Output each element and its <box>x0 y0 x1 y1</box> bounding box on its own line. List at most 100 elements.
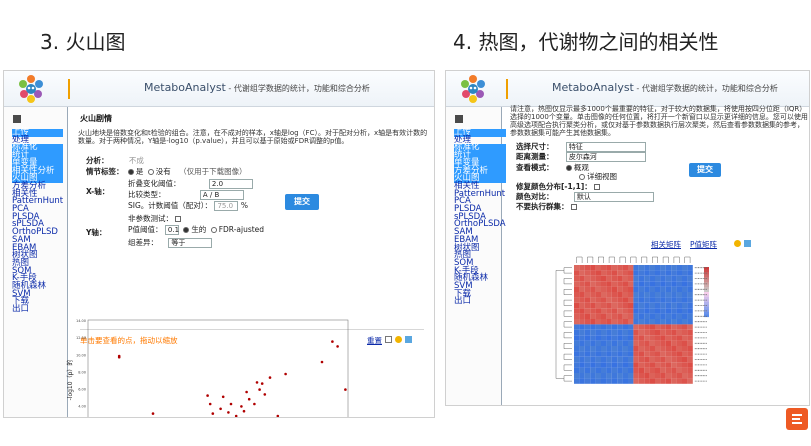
heatmap-cell <box>633 351 639 357</box>
heatmap-cell <box>665 373 672 379</box>
heatmap-cell <box>628 324 634 330</box>
nonparam-checkbox[interactable] <box>175 216 181 222</box>
submit-button-right[interactable]: 提交 <box>689 163 721 177</box>
heatmap-cell <box>601 351 607 357</box>
export-icon[interactable] <box>744 240 751 247</box>
detail-radio[interactable] <box>579 174 585 180</box>
heatmap-cell <box>595 362 601 368</box>
plot-point[interactable] <box>255 381 259 384</box>
heatmap-cell <box>655 270 661 276</box>
p-raw-radio[interactable] <box>183 227 190 233</box>
heatmap-cell <box>665 351 672 357</box>
metaboanalyst-logo-icon <box>461 75 485 103</box>
home-icon[interactable] <box>455 115 463 123</box>
heatmap-cell <box>644 265 650 271</box>
plot-point[interactable] <box>320 360 324 364</box>
heatmap-cell <box>660 346 666 352</box>
heatmap-cell <box>682 351 688 357</box>
plot-point[interactable] <box>206 394 209 397</box>
plot-point[interactable] <box>242 409 246 413</box>
group-variance-select[interactable]: 等于 <box>168 238 213 248</box>
sidebar-item[interactable]: 出口 <box>12 305 63 314</box>
sidebar-item[interactable]: 出口 <box>454 297 506 306</box>
heatmap-cell <box>595 292 601 298</box>
correlation-matrix-link[interactable]: 相关矩阵 <box>651 239 681 250</box>
plot-point[interactable] <box>268 376 272 379</box>
heatmap-cell <box>644 302 650 309</box>
heatmap-cell <box>665 378 672 384</box>
overview-radio[interactable] <box>565 165 572 171</box>
plot-point[interactable] <box>214 417 217 418</box>
label-yes-radio[interactable] <box>127 169 134 175</box>
heatmap-cell <box>622 302 628 309</box>
heatmap-cell <box>655 329 661 336</box>
heatmap-cell <box>671 270 677 276</box>
fix-color-checkbox[interactable] <box>593 184 600 190</box>
save-icon[interactable] <box>385 336 392 343</box>
heatmap-cell <box>611 302 618 309</box>
settings-icon[interactable] <box>734 240 741 247</box>
plot-point[interactable] <box>245 390 248 394</box>
p-threshold-input[interactable]: 0.1 <box>164 225 179 235</box>
heatmap-cell <box>601 297 607 303</box>
sig-threshold-input[interactable]: 75.0 <box>214 201 239 211</box>
heatmap-cell <box>655 335 661 341</box>
plot-point[interactable] <box>336 345 339 348</box>
plot-point[interactable] <box>225 417 228 418</box>
plot-point[interactable] <box>240 405 243 408</box>
heatmap-cell <box>579 324 585 330</box>
label-no-radio[interactable] <box>147 169 154 175</box>
compare-type-select[interactable]: A / B <box>199 190 244 200</box>
plot-point[interactable] <box>331 340 334 343</box>
plot-point[interactable] <box>117 355 121 359</box>
heatmap-cell <box>676 340 682 346</box>
heatmap-cell <box>638 270 645 276</box>
plot-point[interactable] <box>234 414 238 418</box>
heatmap-cell <box>611 373 618 379</box>
plot-point[interactable] <box>229 402 233 406</box>
plot-point[interactable] <box>227 411 230 414</box>
plot-point[interactable] <box>211 412 215 415</box>
plot-point[interactable] <box>208 402 212 406</box>
distance-select[interactable]: 皮尔森河 <box>565 152 646 162</box>
plot-point[interactable] <box>253 402 256 406</box>
plot-point[interactable] <box>284 372 287 376</box>
heatmap-cell <box>574 356 580 363</box>
contrast-select[interactable]: 默认 <box>573 192 654 202</box>
plot-point[interactable] <box>247 397 251 401</box>
heatmap-cell <box>676 329 682 336</box>
reset-link[interactable]: 重置 <box>367 335 382 346</box>
heatmap-cell <box>590 378 596 384</box>
plot-point[interactable] <box>258 388 261 391</box>
correlation-heatmap[interactable] <box>544 253 744 403</box>
plot-point[interactable] <box>221 395 225 399</box>
home-icon[interactable] <box>13 115 21 123</box>
plot-point[interactable] <box>260 382 264 385</box>
plot-point[interactable] <box>219 407 222 411</box>
heatmap-cell <box>644 329 650 336</box>
heatmap-cell <box>611 367 618 373</box>
heatmap-cell <box>676 265 682 271</box>
heatmap-cell <box>584 297 591 303</box>
heatmap-cell <box>590 265 596 271</box>
heatmap-cell <box>590 286 596 292</box>
heatmap-cell <box>687 362 693 368</box>
settings-icon[interactable] <box>395 336 402 343</box>
export-icon[interactable] <box>405 336 412 343</box>
plot-point[interactable] <box>263 393 267 396</box>
plot-point[interactable] <box>251 417 254 418</box>
fc-threshold-input[interactable]: 2.0 <box>208 179 253 189</box>
no-cluster-checkbox[interactable] <box>570 204 577 210</box>
plot-point[interactable] <box>151 412 155 415</box>
submit-button[interactable]: 提交 <box>285 194 319 210</box>
heatmap-cell <box>601 324 607 330</box>
p-fdr-radio[interactable] <box>210 227 217 233</box>
heatmap-cell <box>628 265 634 271</box>
heatmap-cell <box>660 329 666 336</box>
heatmap-cell <box>595 313 601 319</box>
plot-point[interactable] <box>344 388 347 391</box>
plot-point[interactable] <box>276 414 280 418</box>
heatmap-cell <box>628 378 634 384</box>
p-value-matrix-link[interactable]: P值矩阵 <box>690 239 717 250</box>
volcano-plot[interactable]: 14.0012.0010.008.006.004.002.000.00LOG2（… <box>64 314 354 418</box>
